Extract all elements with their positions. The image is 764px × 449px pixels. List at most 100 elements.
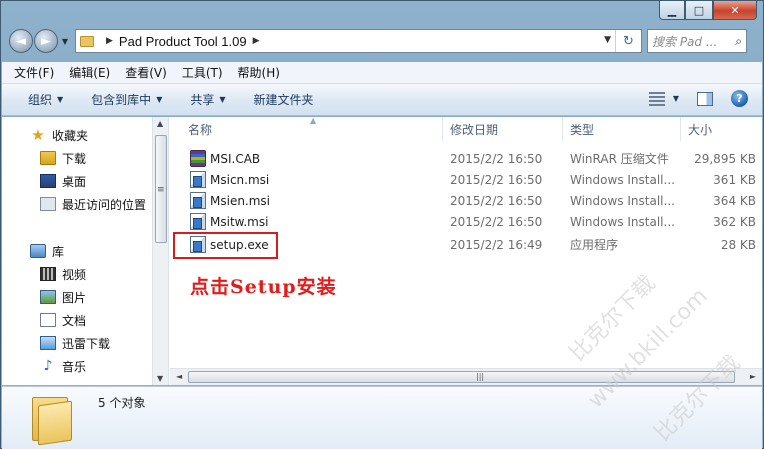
breadcrumb-arrow-icon[interactable]: ▶: [253, 36, 260, 46]
include-in-library-label: 包含到库中: [91, 93, 152, 107]
column-divider[interactable]: [680, 117, 681, 141]
file-list: ▲ 名称 修改日期 类型 大小 MSI.CAB 2015/2/2 16:50 W…: [170, 116, 762, 385]
file-name-cell[interactable]: Msicn.msi: [190, 169, 269, 190]
file-name-cell[interactable]: Msitw.msi: [190, 211, 268, 232]
file-modified: 2015/2/2 16:50: [450, 151, 543, 166]
file-name: MSI.CAB: [210, 151, 261, 166]
scroll-right-icon[interactable]: ►: [750, 372, 756, 381]
column-header-name[interactable]: 名称: [188, 117, 212, 141]
sort-ascending-icon: ▲: [310, 116, 317, 125]
desktop-icon: [40, 174, 56, 188]
sidebar-item-downloads[interactable]: 下载: [40, 148, 86, 168]
scroll-down-icon[interactable]: ▼: [157, 374, 163, 383]
sidebar-item-label: 库: [52, 244, 65, 259]
address-bar[interactable]: ▶ Pad Product Tool 1.09 ▶ ▼ ↻: [75, 29, 642, 53]
view-dropdown-icon[interactable]: ▼: [673, 94, 679, 103]
install-instruction-annotation: 点击Setup安装: [190, 276, 337, 298]
include-in-library-button[interactable]: 包含到库中 ▼: [91, 91, 162, 108]
scroll-up-icon[interactable]: ▲: [157, 119, 163, 128]
scroll-left-icon[interactable]: ◄: [176, 372, 182, 381]
library-icon: [30, 244, 46, 258]
sidebar-item-label: 音乐: [62, 359, 87, 374]
menu-file[interactable]: 文件(F): [14, 64, 54, 81]
scrollbar-thumb[interactable]: |||: [188, 371, 735, 383]
star-icon: ★: [31, 126, 45, 144]
chevron-down-icon: ▼: [57, 95, 64, 104]
menu-edit[interactable]: 编辑(E): [69, 64, 110, 81]
organize-label: 组织: [28, 93, 53, 107]
forward-button[interactable]: ►: [34, 29, 58, 53]
documents-icon: [40, 313, 56, 327]
chevron-down-icon: ▼: [156, 95, 163, 104]
music-note-icon: ♪: [43, 358, 53, 374]
sidebar-item-favorites[interactable]: ★ 收藏夹: [30, 125, 88, 145]
navigation-pane-scrollbar[interactable]: ▲ ≡ ▼: [152, 117, 169, 385]
maximize-button[interactable]: □: [685, 1, 713, 20]
sidebar-item-libraries[interactable]: 库: [30, 241, 64, 261]
scrollbar-grip-icon: |||: [476, 372, 485, 381]
menu-help[interactable]: 帮助(H): [238, 64, 280, 81]
file-name: Msitw.msi: [210, 214, 269, 229]
file-modified: 2015/2/2 16:50: [450, 172, 543, 187]
file-row[interactable]: MSI.CAB 2015/2/2 16:50 WinRAR 压缩文件 29,89…: [170, 148, 762, 169]
back-arrow-icon: ◄: [16, 33, 26, 49]
column-header-modified[interactable]: 修改日期: [450, 117, 498, 141]
file-size: 28 KB: [720, 237, 756, 252]
downloads-folder-icon: [40, 151, 56, 165]
sidebar-item-documents[interactable]: 文档: [40, 310, 86, 330]
share-button[interactable]: 共享 ▼: [190, 91, 225, 108]
column-divider[interactable]: [562, 117, 563, 141]
file-row[interactable]: Msitw.msi 2015/2/2 16:50 Windows Install…: [170, 211, 762, 232]
scrollbar-grip-icon: ≡: [157, 185, 165, 195]
menu-view[interactable]: 查看(V): [125, 64, 167, 81]
sidebar-item-videos[interactable]: 视频: [40, 264, 86, 284]
sidebar-item-desktop[interactable]: 桌面: [40, 171, 86, 191]
view-options-icon[interactable]: [648, 91, 665, 106]
organize-button[interactable]: 组织 ▼: [28, 91, 63, 108]
search-input[interactable]: 搜索 Pad ... ⌕: [647, 29, 747, 53]
sidebar-item-label: 文档: [62, 313, 87, 328]
column-header-type[interactable]: 类型: [570, 117, 594, 141]
sidebar-item-recent-places[interactable]: 最近访问的位置: [40, 194, 146, 214]
sidebar-item-label: 收藏夹: [52, 128, 89, 143]
pictures-icon: [40, 290, 56, 304]
file-type: 应用程序: [570, 238, 619, 252]
breadcrumb-current[interactable]: Pad Product Tool 1.09: [119, 34, 247, 49]
file-type: Windows Install...: [570, 172, 675, 187]
folder-icon: [80, 35, 94, 47]
folder-icon: [32, 397, 72, 446]
file-size: 364 KB: [713, 193, 756, 208]
help-icon[interactable]: ?: [731, 90, 748, 107]
column-divider[interactable]: [442, 117, 443, 141]
file-name-cell[interactable]: MSI.CAB: [190, 148, 260, 169]
sidebar-item-label: 最近访问的位置: [62, 197, 147, 212]
back-button[interactable]: ◄: [9, 29, 33, 53]
file-name-cell[interactable]: Msien.msi: [190, 190, 270, 211]
file-size: 361 KB: [713, 172, 756, 187]
menu-tools[interactable]: 工具(T): [182, 64, 223, 81]
address-dropdown-icon[interactable]: ▼: [604, 35, 611, 45]
history-dropdown[interactable]: ▼: [59, 37, 71, 46]
sidebar-item-music[interactable]: ♪ 音乐: [40, 356, 86, 376]
sidebar-item-label: 下载: [62, 151, 87, 166]
sidebar-item-label: 视频: [62, 267, 87, 282]
file-list-horizontal-scrollbar[interactable]: ◄ ||| ►: [170, 368, 762, 385]
xunlei-downloads-icon: [40, 336, 56, 350]
new-folder-button[interactable]: 新建文件夹: [254, 91, 314, 108]
minimize-button[interactable]: ▁: [659, 1, 685, 20]
rar-archive-icon: [190, 150, 206, 167]
column-header-size[interactable]: 大小: [688, 117, 712, 141]
breadcrumb-arrow-icon[interactable]: ▶: [106, 36, 113, 46]
file-row[interactable]: Msicn.msi 2015/2/2 16:50 Windows Install…: [170, 169, 762, 190]
sidebar-item-xunlei-downloads[interactable]: 迅雷下载: [40, 333, 110, 353]
item-count: 5 个对象: [98, 396, 146, 410]
sidebar-item-pictures[interactable]: 图片: [40, 287, 86, 307]
commandbar-right: ▼ ?: [648, 90, 748, 107]
refresh-icon[interactable]: ↻: [615, 30, 641, 52]
file-row[interactable]: Msien.msi 2015/2/2 16:50 Windows Install…: [170, 190, 762, 211]
file-type: Windows Install...: [570, 193, 675, 208]
close-button[interactable]: ✕: [713, 1, 757, 20]
search-icon[interactable]: ⌕: [735, 34, 742, 49]
window-controls: ▁ □ ✕: [659, 1, 757, 21]
preview-pane-icon[interactable]: [697, 91, 713, 106]
